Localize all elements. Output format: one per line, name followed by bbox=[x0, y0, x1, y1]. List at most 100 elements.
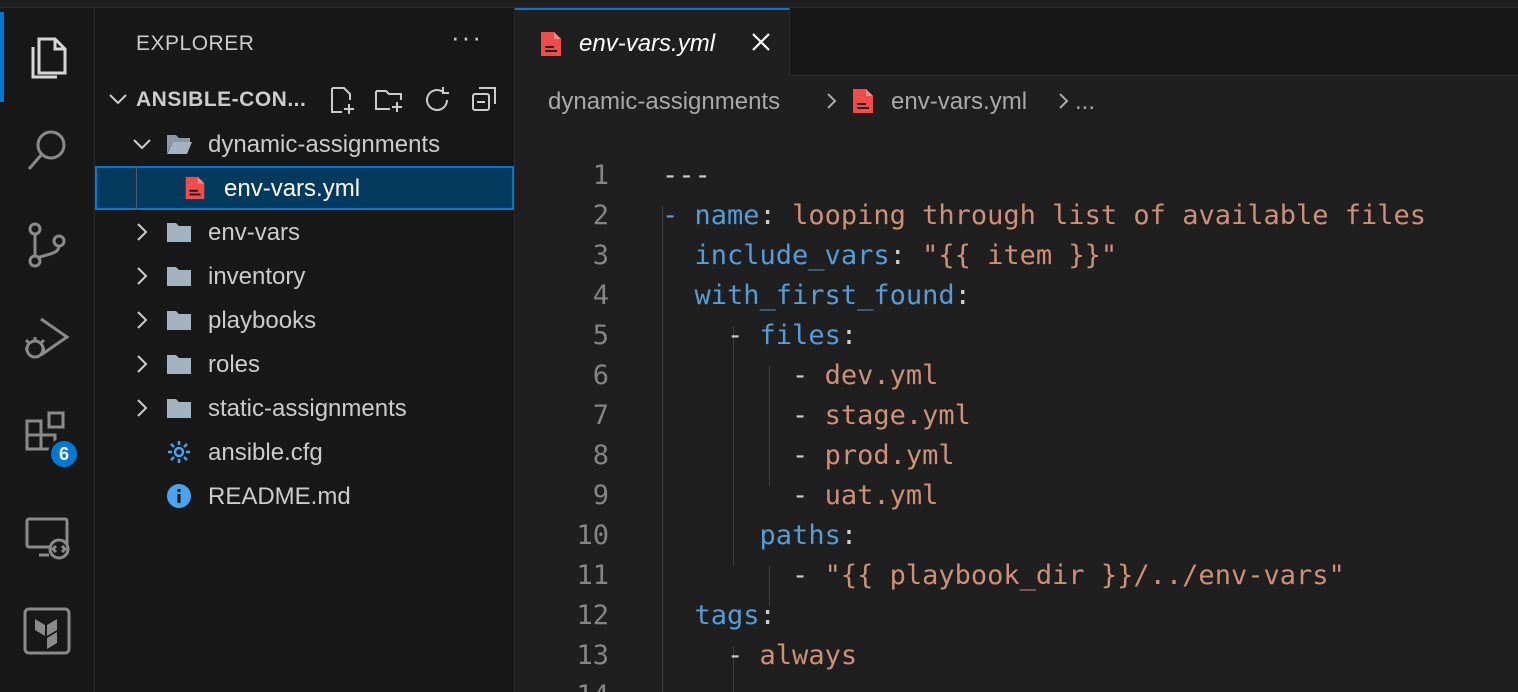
yaml-file-icon bbox=[853, 89, 873, 113]
title-bar-edge bbox=[0, 0, 1518, 8]
tree-item-label: static-assignments bbox=[208, 395, 407, 422]
chevron-right-icon bbox=[137, 223, 148, 241]
refresh-icon[interactable] bbox=[421, 84, 453, 116]
tab-env-vars-yml[interactable]: env-vars.yml bbox=[515, 8, 790, 76]
breadcrumb-more[interactable]: ... bbox=[1075, 88, 1095, 116]
line-number: 7 bbox=[592, 400, 609, 431]
code-line[interactable]: 12 tags: bbox=[515, 596, 1518, 636]
code-line[interactable]: 11 - "{{ playbook_dir }}/../env-vars" bbox=[515, 556, 1518, 596]
code-token: name bbox=[694, 200, 760, 231]
code-token: : bbox=[840, 320, 858, 351]
tree-folder-playbooks[interactable]: playbooks bbox=[95, 298, 514, 342]
code-line[interactable]: 13 - always bbox=[515, 636, 1518, 676]
indent-guide bbox=[136, 166, 137, 210]
collapse-all-icon[interactable] bbox=[469, 84, 501, 116]
code-line[interactable]: 3 include_vars: "{{ item }}" bbox=[515, 236, 1518, 276]
line-number: 4 bbox=[592, 280, 609, 311]
code-line[interactable]: 1 --- bbox=[515, 156, 1518, 196]
code-line[interactable]: 8 - prod.yml bbox=[515, 436, 1518, 476]
line-number: 13 bbox=[576, 640, 609, 671]
code-text: - stage.yml bbox=[662, 400, 971, 431]
code-editor[interactable]: 1 --- 2 - name: looping through list of ava… bbox=[515, 126, 1518, 692]
new-folder-icon[interactable] bbox=[373, 84, 405, 116]
close-icon[interactable] bbox=[749, 30, 773, 54]
code-line[interactable]: 2 - name: looping through list of availab… bbox=[515, 196, 1518, 236]
chevron-right-icon bbox=[137, 355, 148, 373]
tree-file-ansible-cfg[interactable]: ansible.cfg bbox=[95, 430, 514, 474]
code-line[interactable]: 7 - stage.yml bbox=[515, 396, 1518, 436]
line-number: 1 bbox=[592, 160, 609, 191]
code-token: prod.yml bbox=[824, 440, 955, 471]
code-line[interactable]: 6 - dev.yml bbox=[515, 356, 1518, 396]
code-token: files bbox=[759, 320, 841, 351]
folder-open-icon bbox=[167, 135, 192, 154]
new-file-icon[interactable] bbox=[325, 84, 357, 116]
source-control-icon bbox=[28, 222, 66, 268]
activity-bar: 6 bbox=[0, 8, 95, 692]
tree-file-readme-md[interactable]: README.md bbox=[95, 474, 514, 518]
tree-folder-env-vars[interactable]: env-vars bbox=[95, 210, 514, 254]
code-token: uat.yml bbox=[824, 480, 939, 511]
tree-item-label: playbooks bbox=[208, 307, 317, 334]
code-token: looping through list of available files bbox=[792, 200, 1427, 231]
search-icon bbox=[27, 130, 66, 170]
breadcrumb-file[interactable]: env-vars.yml bbox=[891, 88, 1027, 116]
code-token: - bbox=[727, 640, 760, 671]
line-number: 3 bbox=[592, 240, 609, 271]
explorer-title: EXPLORER bbox=[136, 32, 255, 55]
activity-search[interactable] bbox=[0, 104, 94, 198]
explorer-icon bbox=[31, 37, 67, 79]
activity-run-debug[interactable] bbox=[0, 292, 94, 386]
tree-folder-static-assignments[interactable]: static-assignments bbox=[95, 386, 514, 430]
code-token: - bbox=[792, 400, 825, 431]
line-number: 14 bbox=[515, 680, 609, 692]
line-number: 10 bbox=[576, 520, 609, 551]
code-line[interactable]: 9 - uat.yml bbox=[515, 476, 1518, 516]
code-line[interactable]: 10 paths: bbox=[515, 516, 1518, 556]
folder-icon bbox=[167, 223, 191, 242]
breadcrumb-folder[interactable]: dynamic-assignments bbox=[548, 88, 780, 116]
tree-folder-dynamic-assignments[interactable]: dynamic-assignments bbox=[95, 122, 514, 166]
line-number: 5 bbox=[592, 320, 609, 351]
tree-item-label: inventory bbox=[208, 263, 306, 290]
code-token: always bbox=[759, 640, 858, 671]
tree-file-env-vars-yml[interactable]: env-vars.yml bbox=[95, 166, 514, 210]
chevron-right-icon bbox=[137, 311, 148, 329]
line-number: 2 bbox=[592, 200, 609, 231]
code-text: - prod.yml bbox=[662, 440, 955, 471]
line-number: 12 bbox=[576, 600, 609, 631]
tree-folder-inventory[interactable]: inventory bbox=[95, 254, 514, 298]
code-line[interactable]: 4 with_first_found: bbox=[515, 276, 1518, 316]
workspace-section-header[interactable]: ANSIBLE-CON... bbox=[95, 78, 514, 122]
activity-explorer[interactable] bbox=[0, 10, 94, 104]
code-token: tags bbox=[694, 600, 760, 631]
tree-folder-roles[interactable]: roles bbox=[95, 342, 514, 386]
activity-remote-explorer[interactable] bbox=[0, 490, 94, 584]
chevron-down-icon bbox=[133, 139, 151, 150]
code-line[interactable]: 5 - files: bbox=[515, 316, 1518, 356]
info-icon bbox=[167, 484, 191, 508]
activity-source-control[interactable] bbox=[0, 198, 94, 292]
terraform-icon bbox=[23, 607, 71, 655]
activity-terraform[interactable] bbox=[0, 584, 94, 678]
code-token: "{{ item }}" bbox=[922, 240, 1118, 271]
more-actions-icon[interactable]: ··· bbox=[451, 22, 483, 53]
code-token: : bbox=[954, 280, 971, 311]
code-token: stage.yml bbox=[824, 400, 971, 431]
code-token: : bbox=[759, 600, 776, 631]
code-text: - name: looping through list of availabl… bbox=[662, 200, 1426, 231]
code-text: - dev.yml bbox=[662, 360, 938, 391]
activity-extensions[interactable]: 6 bbox=[0, 386, 94, 480]
code-token: paths bbox=[759, 520, 841, 551]
code-line[interactable]: 14 bbox=[515, 676, 1518, 692]
run-debug-icon bbox=[24, 317, 70, 359]
folder-icon bbox=[167, 311, 191, 330]
